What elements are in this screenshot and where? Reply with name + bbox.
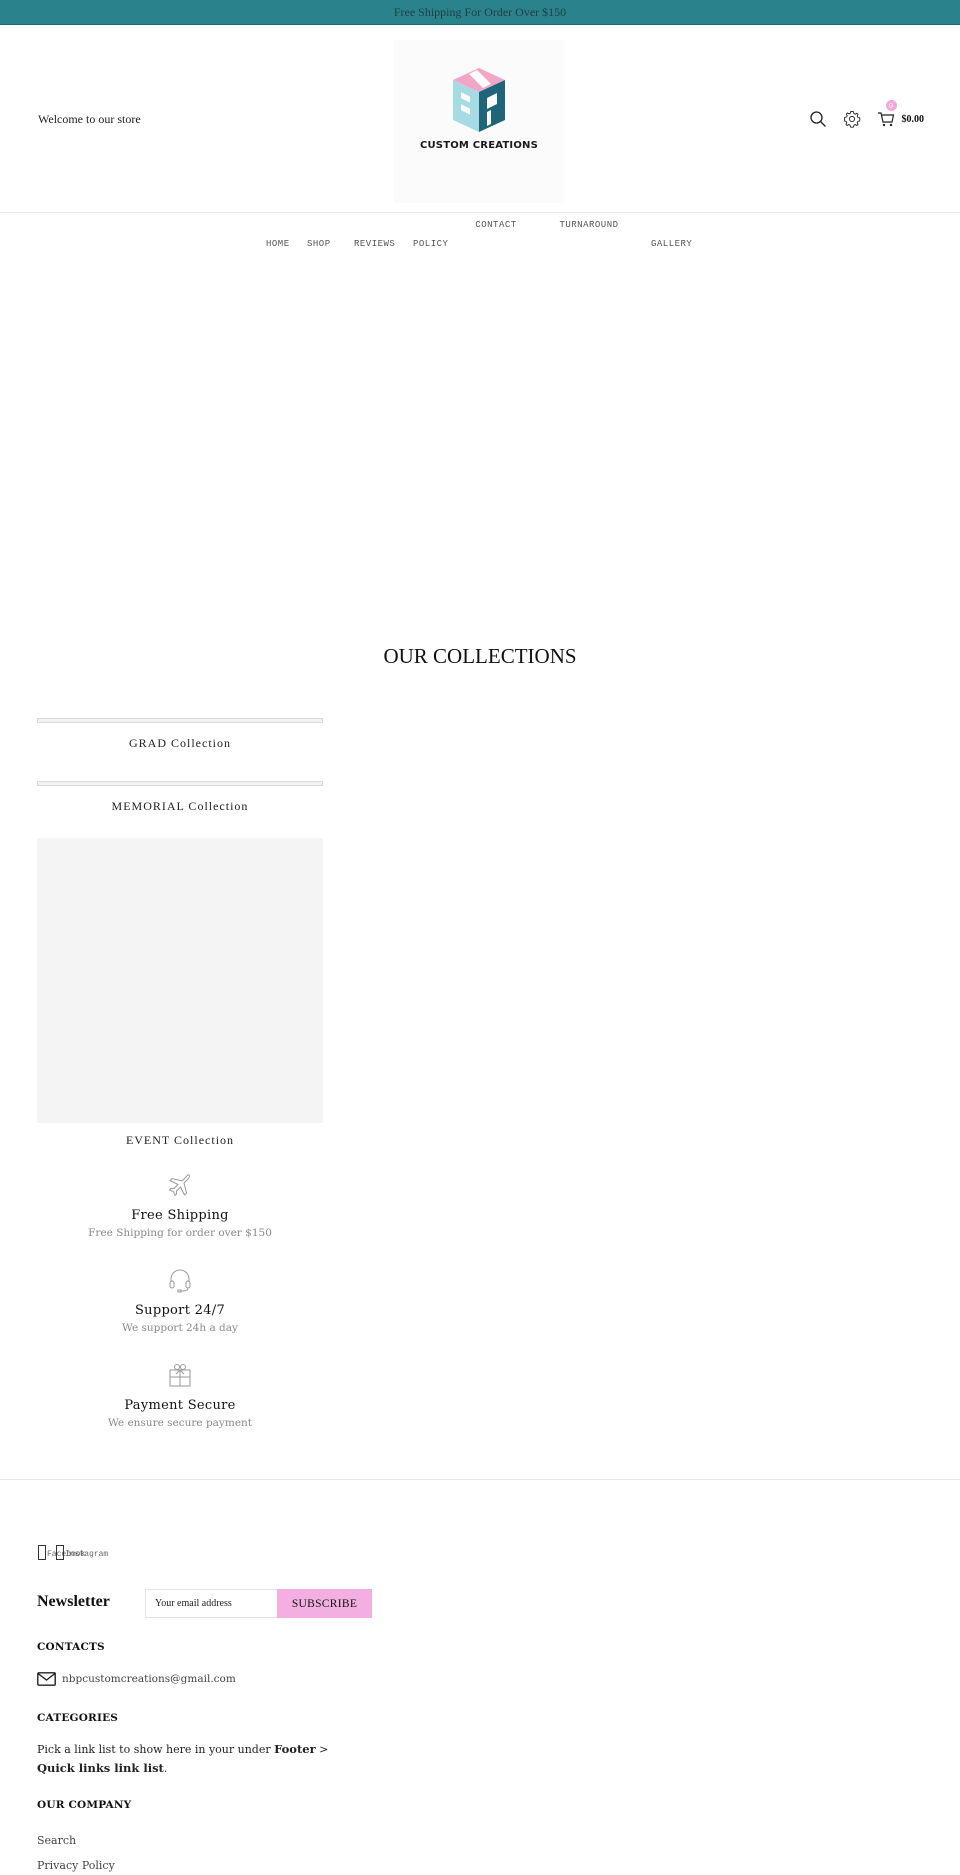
airplane-icon [168, 1174, 190, 1197]
cart-icon [876, 109, 896, 129]
contact-email: nbpcustomcreations@gmail.com [37, 1672, 236, 1686]
categories-text-part: . [163, 1762, 168, 1775]
footer-divider [0, 1479, 960, 1480]
mail-icon [37, 1672, 56, 1686]
cart-total: $0.00 [901, 113, 925, 125]
email-link[interactable]: nbpcustomcreations@gmail.com [62, 1673, 236, 1685]
cart-count-badge: 0 [885, 100, 897, 111]
search-icon[interactable] [808, 109, 828, 129]
nav-item-shop[interactable]: SHOP [307, 224, 331, 264]
nav-item-policy[interactable]: POLICY [413, 224, 448, 264]
categories-text-part: > [315, 1743, 329, 1756]
categories-heading: CATEGORIES [37, 1712, 119, 1724]
nav-item-home[interactable]: HOME [266, 224, 290, 264]
newsletter-label: Newsletter [37, 1593, 110, 1610]
memorial-collection-image[interactable] [37, 781, 323, 786]
footer-link-search[interactable]: Search [37, 1834, 76, 1847]
welcome-message: Welcome to our store [38, 112, 141, 126]
cart-button[interactable]: 0 $0.00 [876, 100, 925, 129]
gear-icon[interactable] [842, 109, 862, 129]
nav-item-turnaround-time[interactable]: TURNAROUND TIME [556, 214, 622, 264]
logo-cube-icon [453, 68, 505, 132]
categories-footer-strong: Footer [274, 1742, 316, 1756]
newsletter-email-input[interactable] [145, 1589, 278, 1618]
grad-collection-title[interactable]: GRAD Collection [37, 736, 323, 751]
feature-title: Free Shipping [131, 1208, 229, 1223]
feature-support: Support 24/7 We support 24h a day [37, 1267, 323, 1334]
categories-text: Pick a link list to show here in your un… [37, 1740, 337, 1778]
categories-quicklinks-strong: Quick links link list [37, 1761, 164, 1775]
event-collection-title[interactable]: EVENT Collection [37, 1133, 323, 1148]
collections-title: OUR COLLECTIONS [383, 644, 577, 668]
instagram-icon[interactable] [56, 1545, 64, 1560]
announcement-bar: Free Shipping For Order Over $150 [0, 0, 960, 25]
facebook-icon[interactable] [38, 1545, 46, 1560]
logo-text: CUSTOM CREATIONS [419, 140, 539, 151]
contacts-heading: CONTACTS [37, 1641, 105, 1653]
feature-title: Payment Secure [124, 1398, 236, 1413]
memorial-collection-title[interactable]: MEMORIAL Collection [37, 799, 323, 814]
grad-collection-image[interactable] [37, 718, 323, 723]
feature-desc: Free Shipping for order over $150 [88, 1227, 272, 1239]
site-header: Welcome to our store CUSTOM CREATIONS 0 … [0, 25, 960, 213]
categories-text-part: Pick a link list to show here in your un… [37, 1743, 275, 1756]
instagram-link[interactable]: Instagram [65, 1550, 108, 1559]
company-heading: OUR COMPANY [37, 1799, 132, 1811]
footer-link-privacy-policy[interactable]: Privacy Policy [37, 1859, 115, 1872]
feature-free-shipping: Free Shipping Free Shipping for order ov… [37, 1172, 323, 1239]
event-collection-image[interactable] [37, 838, 323, 1123]
header-actions: 0 $0.00 [808, 100, 925, 129]
gift-icon [169, 1364, 191, 1387]
feature-desc: We support 24h a day [122, 1322, 238, 1334]
feature-payment-secure: Payment Secure We ensure secure payment [37, 1362, 323, 1429]
feature-desc: We ensure secure payment [107, 1417, 253, 1429]
announcement-text: Free Shipping For Order Over $150 [393, 4, 567, 19]
store-logo[interactable]: CUSTOM CREATIONS [394, 40, 564, 203]
main-nav: HOME SHOP REVIEWS POLICY CONTACT US TURN… [0, 214, 960, 264]
feature-title: Support 24/7 [134, 1303, 226, 1318]
subscribe-button[interactable]: SUBSCRIBE [277, 1589, 372, 1618]
nav-item-gallery[interactable]: GALLERY [651, 224, 692, 264]
nav-item-contact-us[interactable]: CONTACT US [473, 214, 519, 264]
headset-icon [169, 1269, 191, 1293]
nav-item-reviews[interactable]: REVIEWS [354, 224, 395, 264]
